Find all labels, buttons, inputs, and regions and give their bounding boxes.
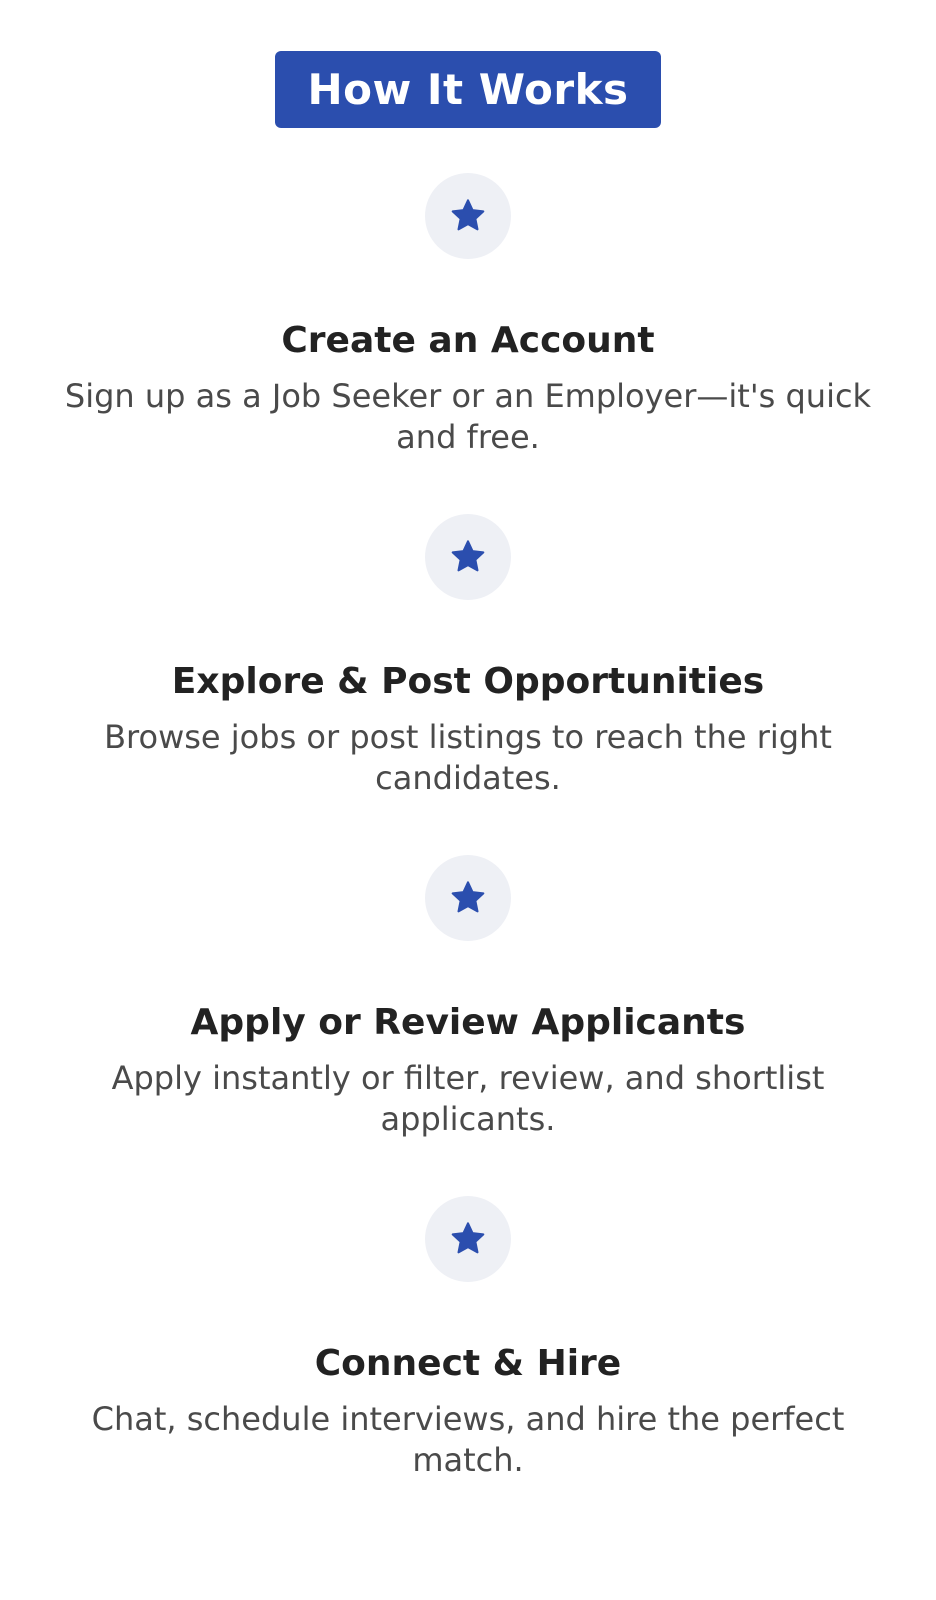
step-1-title: Create an Account xyxy=(281,320,655,361)
step-1-description: Sign up as a Job Seeker or an Employer—i… xyxy=(64,377,872,456)
step-3-icon-circle xyxy=(425,855,511,941)
step-2-icon-circle xyxy=(425,514,511,600)
star-icon xyxy=(451,881,485,913)
star-icon xyxy=(451,1222,485,1254)
step-2-description: Browse jobs or post listings to reach th… xyxy=(104,718,832,797)
step-4-icon-circle xyxy=(425,1196,511,1282)
star-icon xyxy=(451,199,485,231)
step-4-description: Chat, schedule interviews, and hire the … xyxy=(91,1400,845,1479)
step-4-title: Connect & Hire xyxy=(314,1343,622,1384)
how-it-works-page: How It Works Create an Account Sign up a… xyxy=(0,0,936,1600)
step-3-title: Apply or Review Applicants xyxy=(190,1002,746,1043)
star-icon xyxy=(451,540,485,572)
page-title: How It Works xyxy=(275,51,661,128)
step-1-icon-circle xyxy=(425,173,511,259)
step-3-description: Apply instantly or filter, review, and s… xyxy=(111,1059,825,1138)
header: How It Works xyxy=(0,51,936,128)
step-2-title: Explore & Post Opportunities xyxy=(171,661,765,702)
